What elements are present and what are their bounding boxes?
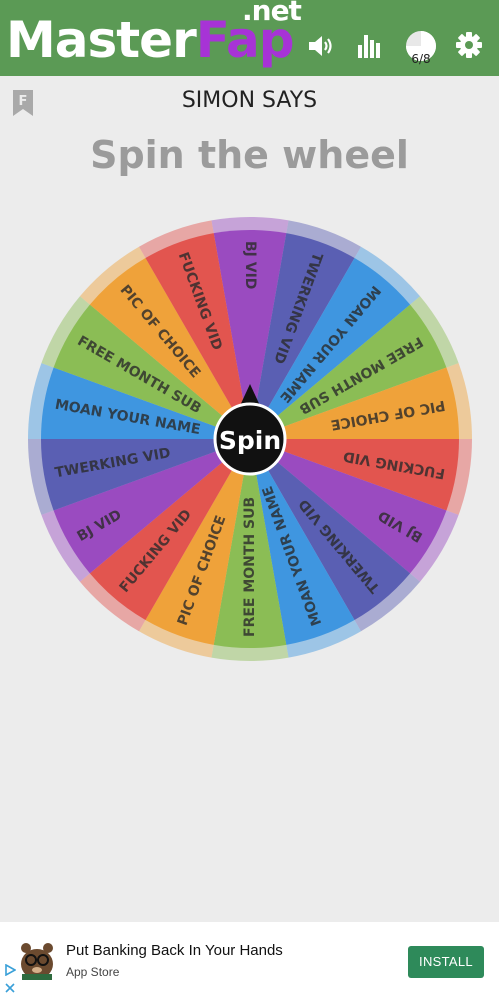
wheel-segment-label: FREE MONTH SUB [242, 497, 258, 637]
game-subtitle: SIMON SAYS [181, 88, 318, 113]
app-header: MasterFap .net 6/8 [0, 0, 499, 76]
bar-chart-icon[interactable] [356, 31, 382, 59]
spin-label: Spin [219, 426, 281, 455]
close-icon[interactable] [4, 982, 16, 994]
progress-label: 6/8 [411, 52, 431, 66]
volume-icon[interactable] [307, 33, 335, 59]
gear-icon[interactable] [455, 31, 483, 59]
ad-choices-icon[interactable] [4, 964, 16, 976]
ad-app-logo[interactable] [18, 940, 56, 980]
page-title: Spin the wheel [90, 133, 409, 177]
logo[interactable]: MasterFap .net [6, 0, 302, 70]
logo-master: Master [6, 11, 197, 69]
ad-banner[interactable]: Put Banking Back In Your Hands App Store… [0, 922, 499, 1000]
wheel-segment-label: BJ VID [242, 241, 258, 289]
ad-title[interactable]: Put Banking Back In Your Hands [66, 942, 283, 959]
ad-install-button[interactable]: INSTALL [408, 946, 484, 978]
logo-net: .net [242, 0, 302, 27]
spin-wheel[interactable]: BJ VID TWERKING VIDMOAN YOUR NAMEFREE MON… [0, 200, 499, 680]
ad-source: App Store [66, 965, 120, 979]
